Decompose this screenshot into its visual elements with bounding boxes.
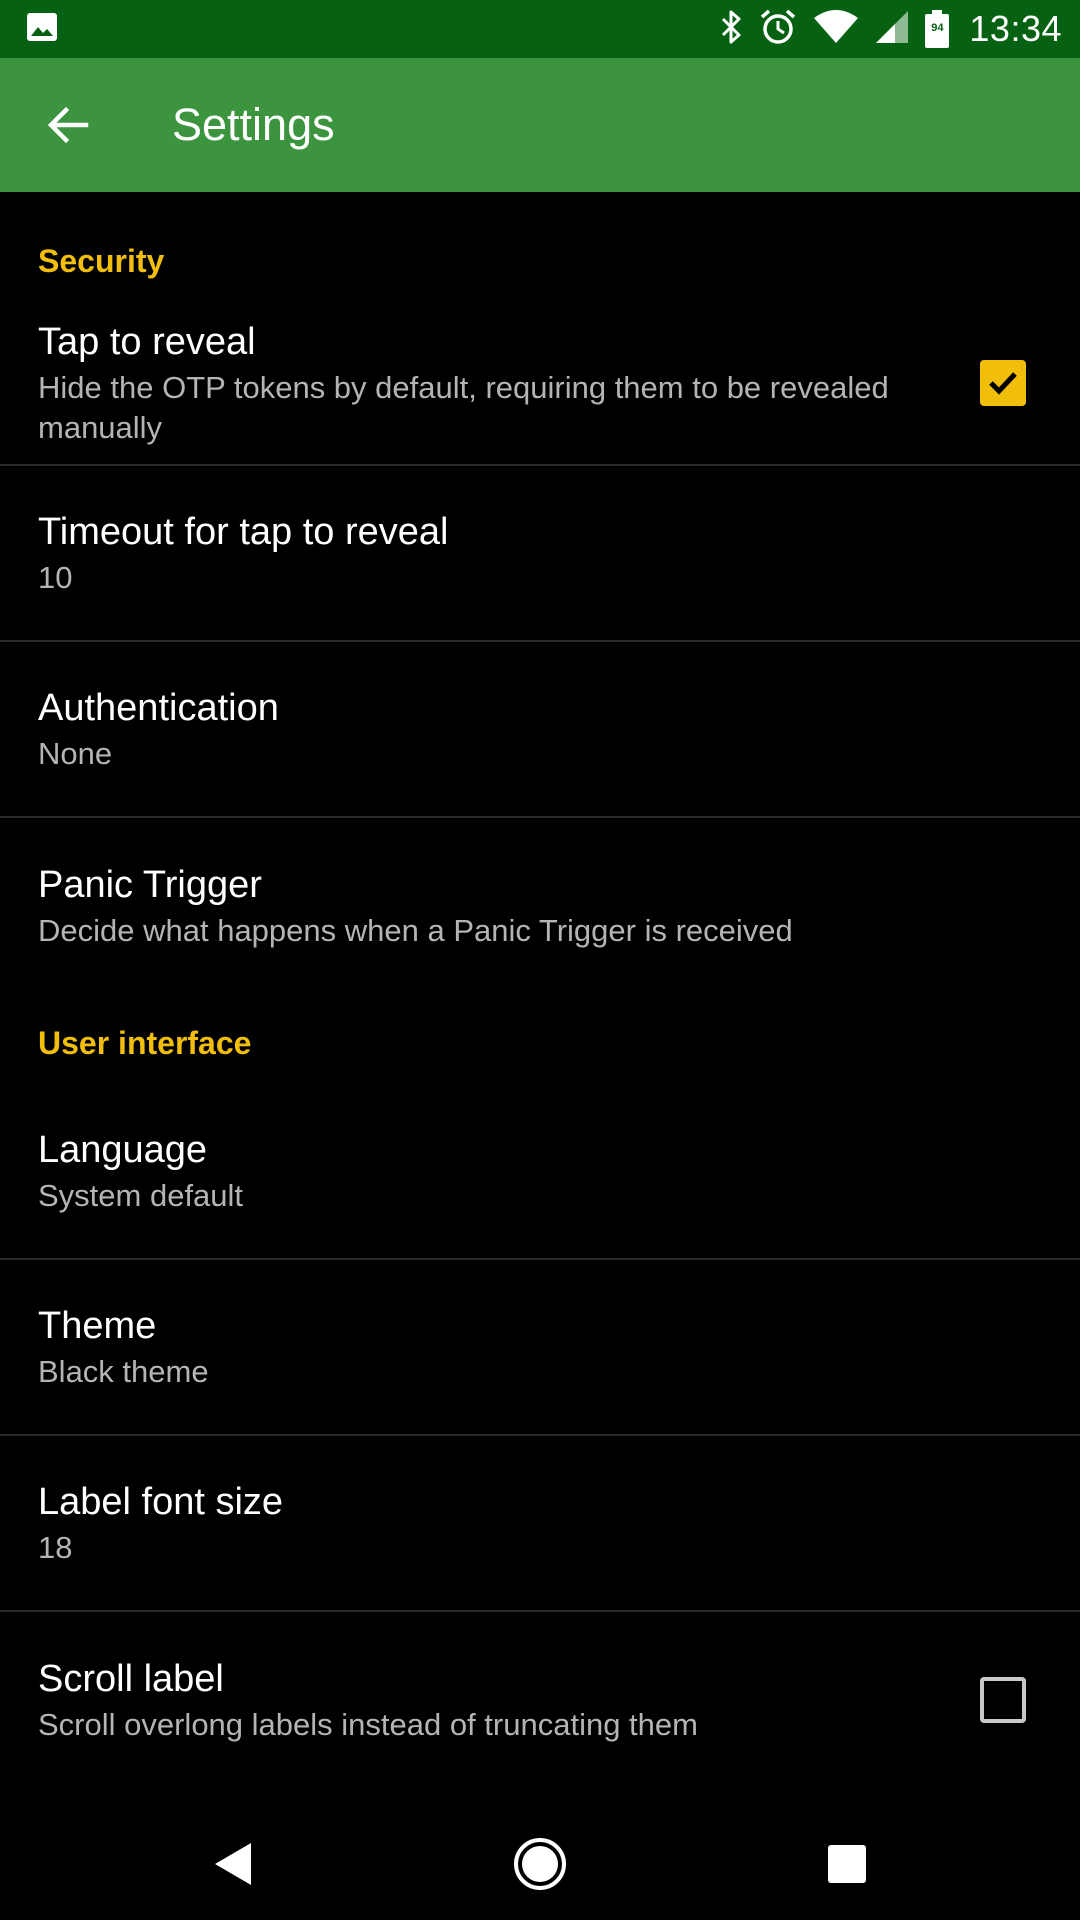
nav-recents-button[interactable]	[787, 1814, 907, 1914]
battery-icon: 94	[925, 10, 950, 48]
category-header-security: Security	[38, 243, 165, 279]
tap-to-reveal-checkbox[interactable]	[980, 360, 1026, 406]
pref-tap-to-reveal[interactable]: Tap to reveal Hide the OTP tokens by def…	[0, 302, 1080, 466]
status-time: 13:34	[969, 8, 1062, 49]
pref-summary: Scroll overlong labels instead of trunca…	[38, 1707, 698, 1742]
checkmark-icon	[989, 372, 1017, 395]
pref-summary: Hide the OTP tokens by default, requirin…	[38, 370, 889, 445]
nav-recents-icon	[827, 1844, 866, 1883]
back-button[interactable]	[20, 77, 116, 173]
pref-title: Tap to reveal	[38, 321, 256, 363]
arrow-back-icon	[47, 106, 89, 144]
system-nav-bar	[0, 1807, 1080, 1920]
cell-signal-icon	[875, 10, 909, 49]
alarm-icon	[759, 8, 797, 51]
pref-summary: 18	[38, 1530, 73, 1565]
nav-back-icon	[215, 1842, 252, 1885]
pref-summary: 10	[38, 560, 73, 595]
nav-home-button[interactable]	[480, 1814, 600, 1914]
image-notification-icon	[26, 12, 58, 47]
pref-title: Theme	[38, 1305, 157, 1347]
battery-level: 94	[931, 22, 944, 34]
page-title: Settings	[172, 99, 335, 150]
bluetooth-icon	[719, 9, 743, 50]
pref-authentication[interactable]: Authentication None	[0, 642, 1080, 818]
pref-theme[interactable]: Theme Black theme	[0, 1260, 1080, 1436]
pref-title: Timeout for tap to reveal	[38, 511, 449, 553]
nav-back-button[interactable]	[173, 1814, 293, 1914]
pref-title: Language	[38, 1129, 208, 1171]
pref-summary: System default	[38, 1178, 244, 1213]
app-bar: Settings	[0, 58, 1080, 192]
wifi-icon	[813, 9, 859, 49]
scroll-label-checkbox[interactable]	[980, 1677, 1026, 1723]
pref-label-font-size[interactable]: Label font size 18	[0, 1436, 1080, 1612]
pref-timeout-tap-to-reveal[interactable]: Timeout for tap to reveal 10	[0, 466, 1080, 642]
pref-title: Label font size	[38, 1481, 284, 1523]
pref-language[interactable]: Language System default	[0, 1084, 1080, 1260]
pref-title: Authentication	[38, 687, 279, 729]
pref-title: Scroll label	[38, 1658, 224, 1700]
pref-panic-trigger[interactable]: Panic Trigger Decide what happens when a…	[0, 818, 1080, 994]
pref-scroll-label[interactable]: Scroll label Scroll overlong labels inst…	[0, 1612, 1080, 1788]
settings-list[interactable]: Security Tap to reveal Hide the OTP toke…	[0, 192, 1080, 1807]
nav-home-icon	[513, 1837, 566, 1890]
pref-summary: None	[38, 736, 113, 771]
pref-summary: Black theme	[38, 1354, 209, 1389]
pref-title: Panic Trigger	[38, 864, 262, 906]
status-bar: 94 13:34	[0, 0, 1080, 58]
pref-summary: Decide what happens when a Panic Trigger…	[38, 913, 793, 948]
